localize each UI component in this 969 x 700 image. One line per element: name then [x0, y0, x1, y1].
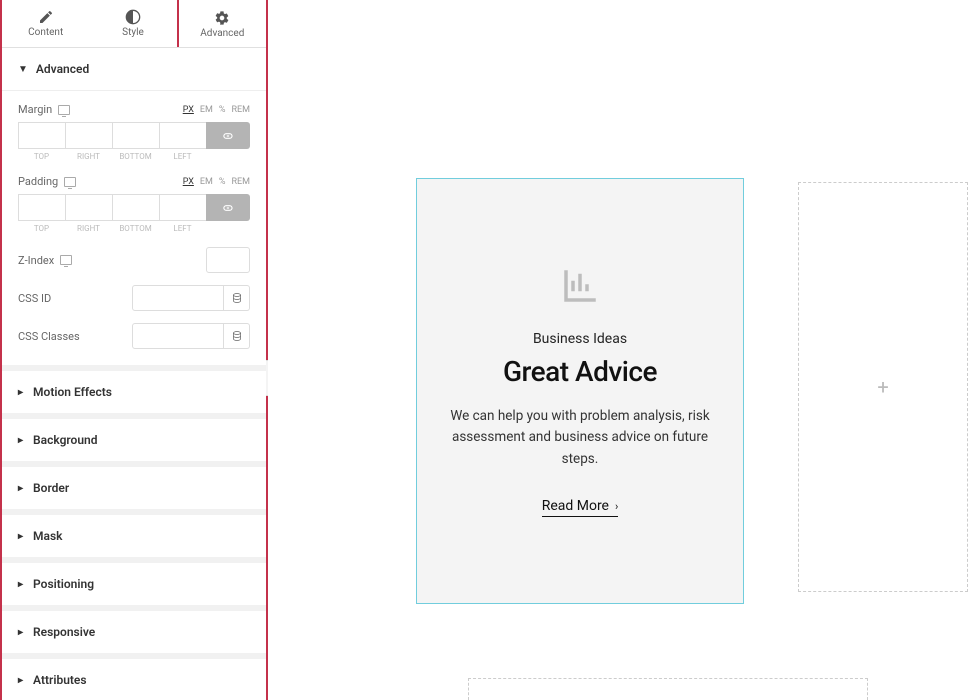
- unit-em[interactable]: EM: [200, 105, 213, 115]
- margin-left-input[interactable]: [159, 122, 206, 149]
- cssclasses-dynamic-button[interactable]: [224, 323, 250, 349]
- padding-bottom-input[interactable]: [112, 194, 159, 221]
- desktop-icon[interactable]: [60, 255, 72, 265]
- contrast-icon: [125, 9, 141, 25]
- panel-body: ▼ Advanced Margin PX EM % REM: [2, 48, 266, 700]
- padding-label: Padding: [18, 175, 76, 188]
- unit-pct[interactable]: %: [219, 177, 226, 187]
- margin-bottom-input[interactable]: [112, 122, 159, 149]
- cssclasses-input[interactable]: [132, 323, 224, 349]
- caret-right-icon: ▸: [18, 387, 23, 398]
- padding-link-button[interactable]: [206, 194, 250, 221]
- unit-em[interactable]: EM: [200, 177, 213, 187]
- database-icon: [231, 330, 243, 342]
- section-advanced-header[interactable]: ▼ Advanced: [2, 48, 266, 91]
- tab-content[interactable]: Content: [2, 0, 89, 47]
- zindex-input[interactable]: [206, 247, 250, 273]
- caret-right-icon: ▸: [18, 579, 23, 590]
- pencil-icon: [38, 9, 54, 25]
- cssclasses-label: CSS Classes: [18, 330, 80, 343]
- margin-top-input[interactable]: [18, 122, 65, 149]
- caret-right-icon: ▸: [18, 627, 23, 638]
- empty-section-placeholder[interactable]: [468, 678, 868, 700]
- unit-px[interactable]: PX: [183, 105, 194, 115]
- widget-description: We can help you with problem analysis, r…: [447, 406, 713, 471]
- widget-read-more-link[interactable]: Read More ›: [542, 498, 619, 517]
- section-border[interactable]: ▸Border: [2, 461, 266, 509]
- margin-right-input[interactable]: [65, 122, 112, 149]
- padding-units: PX EM % REM: [183, 177, 250, 187]
- unit-px[interactable]: PX: [183, 177, 194, 187]
- bar-chart-icon: [559, 265, 601, 311]
- cssid-dynamic-button[interactable]: [224, 285, 250, 311]
- gear-icon: [214, 10, 230, 26]
- margin-label: Margin: [18, 103, 70, 116]
- plus-icon: +: [877, 375, 888, 399]
- zindex-label: Z-Index: [18, 254, 54, 267]
- widget-subtitle: Business Ideas: [533, 331, 627, 347]
- link-icon: [221, 129, 235, 143]
- cssid-row: CSS ID: [18, 285, 250, 311]
- section-background[interactable]: ▸Background: [2, 413, 266, 461]
- caret-right-icon: ▸: [18, 435, 23, 446]
- database-icon: [231, 292, 243, 304]
- tab-content-label: Content: [28, 27, 63, 38]
- padding-control: Padding PX EM % REM: [18, 175, 250, 233]
- widget-title: Great Advice: [503, 355, 657, 388]
- editor-sidebar: Content Style Advanced ▼ Advanced Margin: [0, 0, 268, 700]
- editor-canvas: Business Ideas Great Advice We can help …: [268, 0, 969, 700]
- padding-top-input[interactable]: [18, 194, 65, 221]
- padding-right-input[interactable]: [65, 194, 112, 221]
- tab-advanced[interactable]: Advanced: [177, 0, 268, 47]
- unit-rem[interactable]: REM: [231, 105, 250, 115]
- tab-advanced-label: Advanced: [200, 28, 244, 39]
- unit-pct[interactable]: %: [219, 105, 226, 115]
- panel-tabs: Content Style Advanced: [2, 0, 266, 48]
- tab-style-label: Style: [122, 27, 144, 38]
- cssid-label: CSS ID: [18, 292, 51, 305]
- section-advanced-content: Margin PX EM % REM: [2, 91, 266, 365]
- section-advanced-title: Advanced: [36, 62, 89, 76]
- section-positioning[interactable]: ▸Positioning: [2, 557, 266, 605]
- empty-column-placeholder[interactable]: +: [798, 182, 968, 592]
- section-mask[interactable]: ▸Mask: [2, 509, 266, 557]
- margin-link-button[interactable]: [206, 122, 250, 149]
- padding-left-input[interactable]: [159, 194, 206, 221]
- section-motion-effects[interactable]: ▸Motion Effects: [2, 365, 266, 413]
- desktop-icon[interactable]: [58, 105, 70, 115]
- caret-right-icon: ▸: [18, 483, 23, 494]
- cssid-input[interactable]: [132, 285, 224, 311]
- section-attributes[interactable]: ▸Attributes: [2, 653, 266, 700]
- desktop-icon[interactable]: [64, 177, 76, 187]
- zindex-row: Z-Index: [18, 247, 250, 273]
- margin-units: PX EM % REM: [183, 105, 250, 115]
- caret-right-icon: ▸: [18, 531, 23, 542]
- cssclasses-row: CSS Classes: [18, 323, 250, 349]
- margin-control: Margin PX EM % REM: [18, 103, 250, 161]
- chevron-right-icon: ›: [615, 500, 618, 513]
- selected-widget[interactable]: Business Ideas Great Advice We can help …: [416, 178, 744, 604]
- section-responsive[interactable]: ▸Responsive: [2, 605, 266, 653]
- link-icon: [221, 201, 235, 215]
- caret-right-icon: ▸: [18, 675, 23, 686]
- tab-style[interactable]: Style: [89, 0, 176, 47]
- caret-down-icon: ▼: [18, 64, 28, 75]
- unit-rem[interactable]: REM: [231, 177, 250, 187]
